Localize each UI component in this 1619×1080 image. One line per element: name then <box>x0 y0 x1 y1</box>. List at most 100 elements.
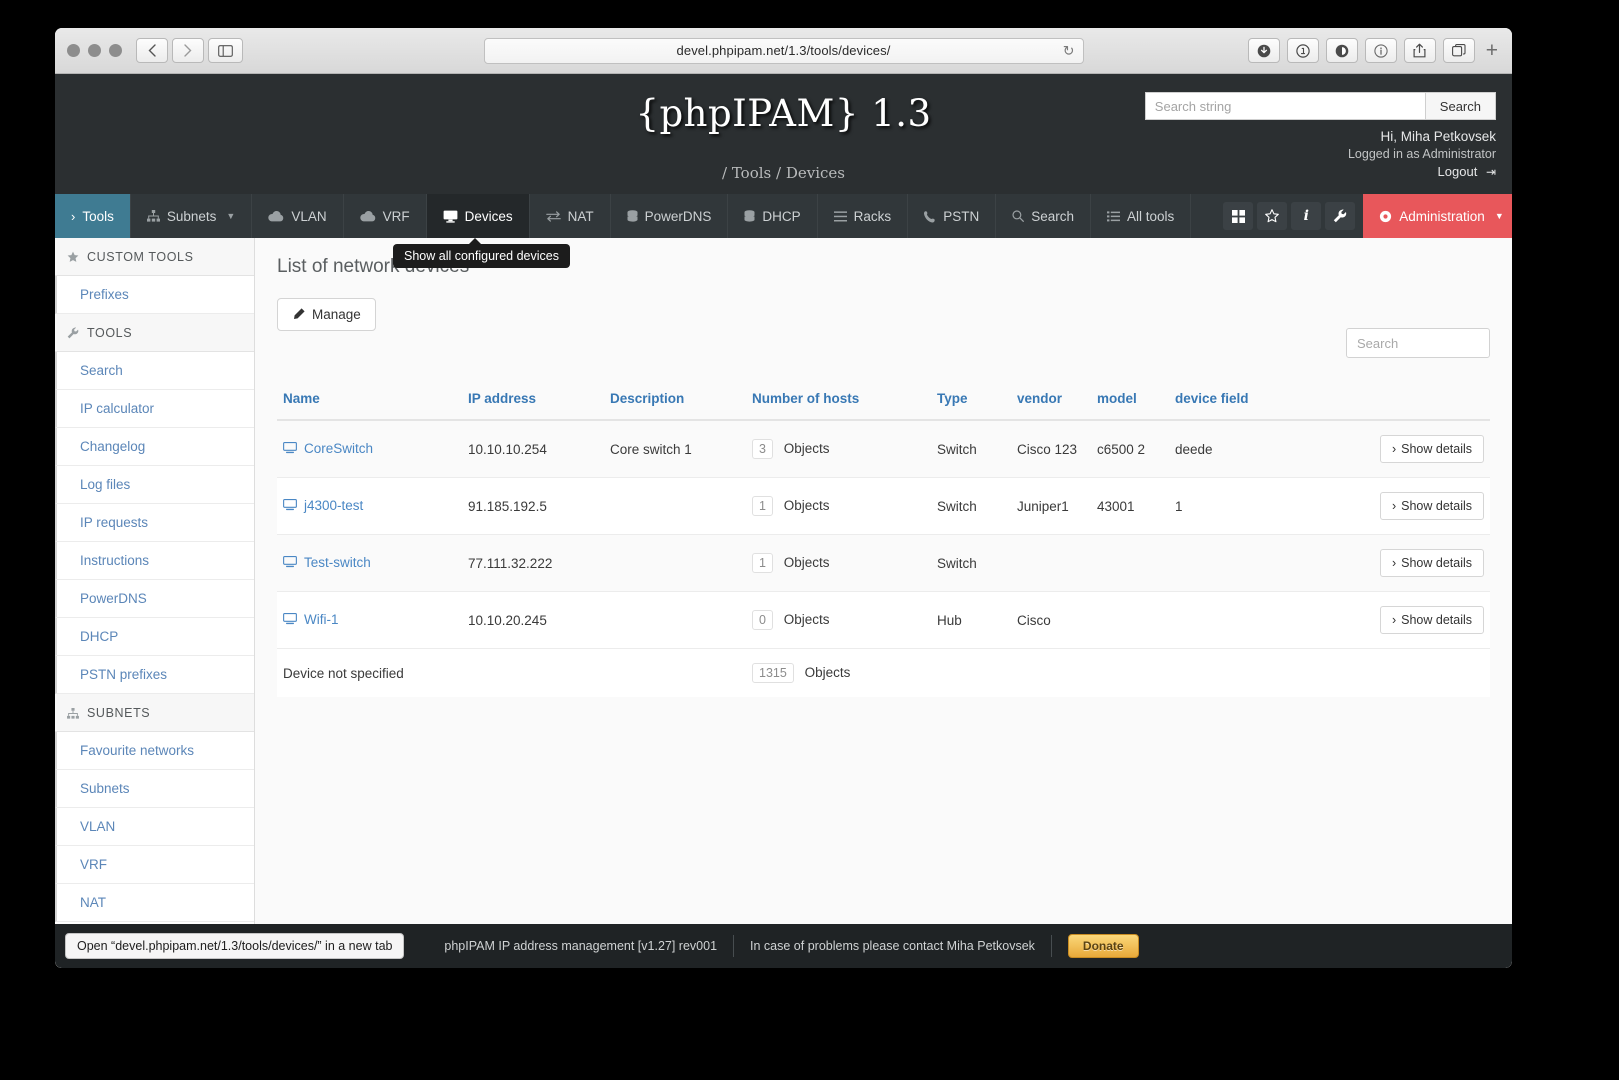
adblock-icon[interactable] <box>1325 38 1358 63</box>
column-header-description[interactable]: Description <box>604 381 746 421</box>
nav-item-racks[interactable]: Racks <box>818 194 909 238</box>
show-details-button[interactable]: › Show details <box>1379 549 1484 577</box>
sitemap-icon <box>146 210 160 222</box>
device-link[interactable]: j4300-test <box>283 498 363 513</box>
info-icon[interactable] <box>1364 38 1397 63</box>
manage-button[interactable]: Manage <box>277 298 376 331</box>
cloud-icon <box>268 210 284 222</box>
column-header-type[interactable]: Type <box>931 381 1011 421</box>
star-icon[interactable] <box>1257 202 1288 230</box>
global-search-input[interactable] <box>1144 92 1425 120</box>
column-header-device-field[interactable]: device field <box>1169 381 1370 421</box>
sidebar-item-ip-requests[interactable]: IP requests <box>55 504 254 542</box>
exchange-icon <box>545 210 561 222</box>
nav-tooltip: Show all configured devices <box>393 238 570 268</box>
sidebar-item-pstn-prefixes[interactable]: PSTN prefixes <box>55 656 254 694</box>
sidebar-item-vrf[interactable]: VRF <box>55 846 254 884</box>
sidebar-item-search[interactable]: Search <box>55 352 254 390</box>
sidebar-item-nat[interactable]: NAT <box>55 884 254 922</box>
one-password-icon[interactable] <box>1286 38 1319 63</box>
cell-model <box>1091 591 1169 649</box>
nav-label: Devices <box>464 208 513 224</box>
column-header-ip[interactable]: IP address <box>462 381 604 421</box>
sidebar-item-ip-calculator[interactable]: IP calculator <box>55 390 254 428</box>
hosts-label: Objects <box>804 665 851 680</box>
table-row[interactable]: Wifi-1 10.10.20.245 0 Objects Hub Cisco … <box>277 591 1490 649</box>
back-button[interactable] <box>136 38 168 63</box>
browser-status-bar: Open “devel.phpipam.net/1.3/tools/device… <box>65 933 405 959</box>
close-window-button[interactable] <box>67 44 80 57</box>
minimize-window-button[interactable] <box>88 44 101 57</box>
logout-link[interactable]: Logout ⇥ <box>1136 164 1496 179</box>
column-header-model[interactable]: model <box>1091 381 1169 421</box>
user-corner: Search Hi, Miha Petkovsek Logged in as A… <box>1136 92 1496 179</box>
nav-item-all-tools[interactable]: All tools <box>1091 194 1192 238</box>
device-name: CoreSwitch <box>304 440 374 456</box>
global-search-button[interactable]: Search <box>1424 92 1496 120</box>
wrench-icon[interactable] <box>1325 202 1356 230</box>
device-link[interactable]: Wifi-1 <box>283 612 339 627</box>
device-name: Test-switch <box>304 554 371 570</box>
user-greeting: Hi, Miha Petkovsek <box>1380 129 1496 144</box>
sidebar-item-log-files[interactable]: Log files <box>55 466 254 504</box>
nav-item-subnets[interactable]: Subnets ▼ <box>131 194 253 238</box>
chevron-right-icon: › <box>71 208 76 224</box>
sidebar-section-tools: TOOLS <box>55 314 254 352</box>
device-link[interactable]: CoreSwitch <box>283 441 373 456</box>
table-row[interactable]: CoreSwitch 10.10.10.254 Core switch 1 3 … <box>277 420 1490 478</box>
info-icon[interactable]: i <box>1291 202 1322 230</box>
device-link[interactable]: Test-switch <box>283 555 371 570</box>
nav-item-vlan[interactable]: VLAN <box>252 194 344 238</box>
table-row[interactable]: Test-switch 77.111.32.222 1 Objects Swit… <box>277 534 1490 592</box>
sidebar-item-dhcp[interactable]: DHCP <box>55 618 254 656</box>
cell-model <box>1091 534 1169 592</box>
sidebar-item-powerdns[interactable]: PowerDNS <box>55 580 254 618</box>
column-header-vendor[interactable]: vendor <box>1011 381 1091 421</box>
column-header-actions <box>1370 381 1490 421</box>
nav-item-vrf[interactable]: VRF <box>344 194 427 238</box>
sidebar-item-subnets[interactable]: Subnets <box>55 770 254 808</box>
nav-item-nat[interactable]: NAT <box>530 194 611 238</box>
hosts-badge: 1 <box>752 496 773 516</box>
nav-item-devices[interactable]: Devices <box>426 194 530 238</box>
sidebar-item-changelog[interactable]: Changelog <box>55 428 254 466</box>
nav-item-tools[interactable]: › Tools <box>55 194 131 238</box>
show-details-button[interactable]: › Show details <box>1379 435 1484 463</box>
nav-item-dhcp[interactable]: DHCP <box>728 194 818 238</box>
forward-button[interactable] <box>172 38 204 63</box>
app-header: {phpIPAM} 1.3 / Tools / Devices Search H… <box>55 74 1512 194</box>
maximize-window-button[interactable] <box>109 44 122 57</box>
cell-type: Hub <box>931 591 1011 649</box>
new-tab-button[interactable]: + <box>1486 39 1498 63</box>
phone-icon <box>924 210 936 223</box>
column-header-hosts[interactable]: Number of hosts <box>746 381 931 421</box>
nav-item-search[interactable]: Search <box>996 194 1091 238</box>
administration-button[interactable]: Administration ▼ <box>1363 194 1512 238</box>
grid-icon[interactable] <box>1223 202 1254 230</box>
cell-description-empty <box>604 648 746 697</box>
footer-divider <box>1050 935 1052 957</box>
nav-item-powerdns[interactable]: PowerDNS <box>611 194 729 238</box>
address-bar[interactable]: devel.phpipam.net/1.3/tools/devices/ ↻ <box>483 37 1084 64</box>
share-icon[interactable] <box>1403 38 1436 63</box>
nav-label: Subnets <box>166 208 217 224</box>
sidebar-item-vlan[interactable]: VLAN <box>55 808 254 846</box>
tabs-icon[interactable] <box>1442 38 1475 63</box>
nav-item-pstn[interactable]: PSTN <box>908 194 997 238</box>
download-icon[interactable] <box>1247 38 1280 63</box>
column-header-name[interactable]: Name <box>277 381 462 421</box>
reload-icon[interactable]: ↻ <box>1063 42 1075 59</box>
sidebar-item-instructions[interactable]: Instructions <box>55 542 254 580</box>
sidebar-toggle-button[interactable] <box>208 38 243 63</box>
table-row-not-specified: Device not specified 1315 Objects <box>277 648 1490 697</box>
table-row[interactable]: j4300-test 91.185.192.5 1 Objects Switch <box>277 477 1490 535</box>
table-search-input[interactable] <box>1346 328 1490 358</box>
show-details-button[interactable]: › Show details <box>1379 492 1484 520</box>
cell-ip: 10.10.10.254 <box>462 420 604 478</box>
window-controls[interactable] <box>67 44 122 57</box>
footer-contact: In case of problems please contact Miha … <box>750 939 1035 953</box>
donate-button[interactable]: Donate <box>1067 934 1139 958</box>
sidebar-item-favourite-networks[interactable]: Favourite networks <box>55 732 254 770</box>
sidebar-item-prefixes[interactable]: Prefixes <box>55 276 254 314</box>
show-details-button[interactable]: › Show details <box>1379 606 1484 634</box>
